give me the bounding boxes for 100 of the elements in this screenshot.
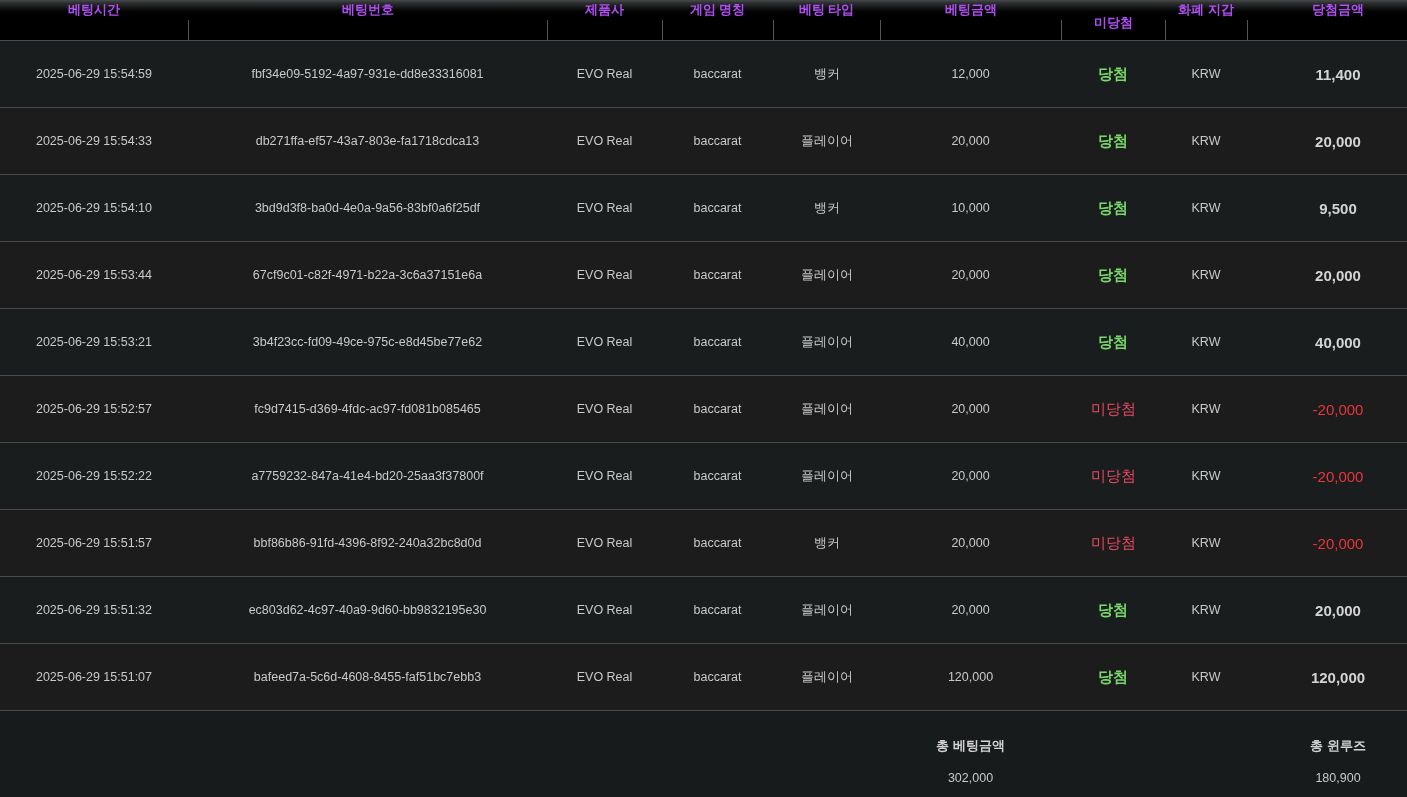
currency-cell: KRW (1191, 134, 1221, 148)
currency-cell: KRW (1191, 335, 1221, 349)
provider-cell: EVO Real (576, 201, 633, 215)
currency-cell: KRW (1191, 469, 1221, 483)
game-name-cell: baccarat (693, 603, 742, 617)
game-name-cell: baccarat (693, 67, 742, 81)
result-label: 당첨 (1098, 265, 1128, 285)
result-label: 당첨 (1098, 332, 1128, 352)
bet-id-cell: fbf34e09-5192-4a97-931e-dd8e33316081 (251, 67, 484, 81)
bet-type-cell: 플레이어 (800, 132, 853, 150)
provider-cell: EVO Real (576, 402, 633, 416)
provider-cell: EVO Real (576, 268, 633, 282)
payout-amount-cell: -20,000 (1312, 400, 1364, 418)
game-name-cell: baccarat (693, 201, 742, 215)
currency-cell: KRW (1191, 536, 1221, 550)
bet-time-cell: 2025-06-29 15:53:44 (35, 268, 153, 282)
provider-cell: EVO Real (576, 134, 633, 148)
bet-amount-cell: 20,000 (951, 603, 990, 617)
payout-amount-cell: 120,000 (1310, 668, 1366, 686)
bet-time-cell: 2025-06-29 15:53:21 (35, 335, 153, 349)
total-bet-value: 302,000 (947, 771, 994, 785)
bet-type-cell: 플레이어 (800, 400, 853, 418)
bet-type-cell: 플레이어 (800, 333, 853, 351)
bet-id-cell: 3b4f23cc-fd09-49ce-975c-e8d45be77e62 (252, 335, 483, 349)
bet-id-cell: 3bd9d3f8-ba0d-4e0a-9a56-83bf0a6f25df (254, 201, 481, 215)
bet-id-cell: db271ffa-ef57-43a7-803e-fa1718cdca13 (255, 134, 480, 148)
bet-id-cell: bbf86b86-91fd-4396-8f92-240a32bc8d0d (253, 536, 482, 550)
bet-amount-cell: 12,000 (951, 67, 990, 81)
bet-type-cell: 플레이어 (800, 467, 853, 485)
total-winlose-label: 총 윈루즈 (1310, 738, 1366, 755)
bet-type-cell: 뱅커 (813, 199, 840, 217)
provider-cell: EVO Real (576, 335, 633, 349)
bet-type-cell: 뱅커 (813, 534, 840, 552)
column-header: 게임 명칭 (689, 2, 746, 17)
currency-cell: KRW (1191, 67, 1221, 81)
payout-amount-cell: 20,000 (1315, 266, 1361, 284)
result-label: 미당첨 (1090, 399, 1136, 419)
bet-time-cell: 2025-06-29 15:54:10 (35, 201, 153, 215)
column-header: 제품사 (585, 2, 624, 17)
payout-amount-cell: -20,000 (1312, 534, 1364, 552)
bet-amount-cell: 40,000 (951, 335, 990, 349)
bet-amount-cell: 20,000 (951, 268, 990, 282)
result-label: 미당첨 (1090, 466, 1136, 486)
column-header: 미당첨 (1093, 15, 1133, 30)
provider-cell: EVO Real (576, 670, 633, 684)
bet-id-cell: ec803d62-4c97-40a9-9d60-bb9832195e30 (248, 603, 487, 617)
column-header: 베팅시간 (68, 2, 120, 17)
payout-amount-cell: 11,400 (1315, 65, 1361, 83)
total-winlose-value: 180,900 (1315, 771, 1361, 785)
payout-amount-cell: 20,000 (1315, 601, 1361, 619)
payout-amount-cell: -20,000 (1312, 467, 1364, 485)
provider-cell: EVO Real (576, 603, 633, 617)
result-label: 당첨 (1098, 198, 1128, 218)
currency-cell: KRW (1191, 603, 1221, 617)
provider-cell: EVO Real (576, 536, 633, 550)
bet-id-cell: 67cf9c01-c82f-4971-b22a-3c6a37151e6a (252, 268, 483, 282)
bet-amount-cell: 20,000 (951, 536, 990, 550)
bet-type-cell: 플레이어 (800, 601, 853, 619)
payout-amount-cell: 20,000 (1315, 132, 1361, 150)
result-label: 당첨 (1098, 600, 1128, 620)
bet-id-cell: fc9d7415-d369-4fdc-ac97-fd081b085465 (254, 402, 481, 416)
bet-amount-cell: 20,000 (951, 402, 990, 416)
bet-time-cell: 2025-06-29 15:52:22 (35, 469, 153, 483)
column-header: 베팅금액 (944, 2, 997, 17)
result-label: 당첨 (1098, 131, 1128, 151)
total-bet-label: 총 베팅금액 (936, 738, 1005, 755)
bet-type-cell: 플레이어 (800, 668, 853, 686)
bet-time-cell: 2025-06-29 15:51:32 (35, 603, 153, 617)
bet-amount-cell: 20,000 (951, 134, 990, 148)
bet-id-cell: a7759232-847a-41e4-bd20-25aa3f37800f (251, 469, 484, 483)
bet-amount-cell: 10,000 (951, 201, 990, 215)
provider-cell: EVO Real (576, 469, 633, 483)
bet-amount-cell: 120,000 (947, 670, 994, 684)
bet-time-cell: 2025-06-29 15:54:59 (35, 67, 153, 81)
bet-type-cell: 뱅커 (813, 65, 840, 83)
bet-time-cell: 2025-06-29 15:52:57 (35, 402, 153, 416)
game-name-cell: baccarat (693, 134, 742, 148)
currency-cell: KRW (1191, 402, 1221, 416)
payout-amount-cell: 9,500 (1319, 199, 1357, 217)
column-header: 당첨금액 (1312, 2, 1364, 17)
game-name-cell: baccarat (693, 335, 742, 349)
bet-time-cell: 2025-06-29 15:51:57 (35, 536, 153, 550)
result-label: 당첨 (1098, 667, 1128, 687)
payout-amount-cell: 40,000 (1315, 333, 1361, 351)
bet-time-cell: 2025-06-29 15:51:07 (35, 670, 153, 684)
game-name-cell: baccarat (693, 469, 742, 483)
game-name-cell: baccarat (693, 402, 742, 416)
bet-type-cell: 플레이어 (800, 266, 853, 284)
result-label: 미당첨 (1090, 533, 1136, 553)
game-name-cell: baccarat (693, 268, 742, 282)
result-label: 당첨 (1098, 64, 1128, 84)
currency-cell: KRW (1191, 201, 1221, 215)
bet-amount-cell: 20,000 (951, 469, 990, 483)
column-header: 베팅 타입 (798, 2, 855, 17)
bet-time-cell: 2025-06-29 15:54:33 (35, 134, 153, 148)
game-name-cell: baccarat (693, 536, 742, 550)
currency-cell: KRW (1191, 670, 1221, 684)
bet-id-cell: bafeed7a-5c6d-4608-8455-faf51bc7ebb3 (253, 670, 482, 684)
provider-cell: EVO Real (576, 67, 633, 81)
column-header: 화폐 지갑 (1178, 2, 1234, 17)
